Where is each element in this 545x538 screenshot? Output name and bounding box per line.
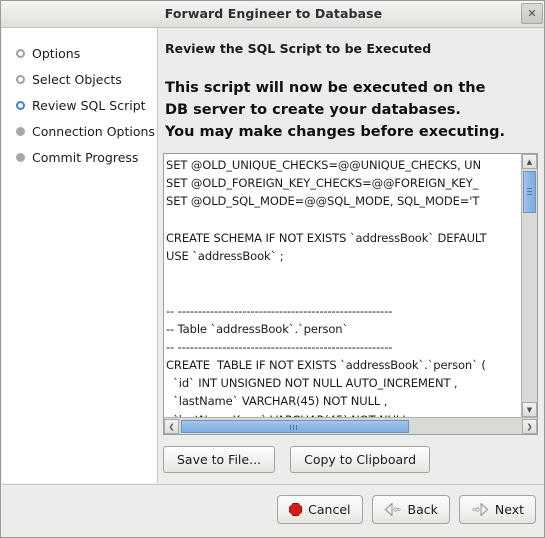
script-action-buttons: Save to File... Copy to Clipboard (163, 446, 431, 473)
sql-line: -- -------------------------------------… (166, 303, 393, 318)
sidebar-item-options[interactable]: Options (2, 40, 158, 66)
step-dot-icon (16, 152, 25, 162)
sql-line: CREATE TABLE IF NOT EXISTS `addressBook`… (166, 358, 486, 373)
sql-line: -- Table `addressBook`.`person` (166, 321, 349, 336)
vertical-scrollbar-thumb[interactable] (523, 171, 536, 213)
sidebar-item-label: Commit Progress (32, 149, 139, 165)
intro-line: DB server to create your databases. (165, 102, 461, 118)
sidebar-item-select-objects[interactable]: Select Objects (2, 66, 158, 92)
wizard-sidebar: Options Select Objects Review SQL Script… (2, 28, 158, 483)
sql-script-editor[interactable]: SET @OLD_UNIQUE_CHECKS=@@UNIQUE_CHECKS, … (163, 153, 538, 435)
scrollbar-grip-icon (527, 188, 532, 189)
vertical-scrollbar[interactable]: ▲ ▼ (521, 154, 537, 417)
scroll-up-icon[interactable]: ▲ (522, 154, 537, 169)
back-button-label: Back (407, 502, 438, 517)
close-icon[interactable]: ✕ (521, 3, 543, 24)
sidebar-item-connection-options[interactable]: Connection Options (2, 118, 158, 144)
navigation-buttons: Cancel Back Next (268, 495, 536, 524)
sidebar-item-commit-progress[interactable]: Commit Progress (2, 144, 158, 170)
sidebar-item-label: Select Objects (32, 71, 122, 87)
sql-line (166, 211, 521, 229)
sidebar-item-review-sql-script[interactable]: Review SQL Script (2, 92, 158, 118)
sql-line: SET @OLD_UNIQUE_CHECKS=@@UNIQUE_CHECKS, … (166, 158, 481, 172)
sidebar-item-label: Review SQL Script (32, 97, 146, 113)
step-dot-icon (16, 48, 25, 58)
intro-line: You may make changes before executing. (165, 124, 505, 140)
stop-octagon-icon (289, 503, 303, 516)
horizontal-scrollbar-thumb[interactable] (181, 420, 409, 433)
sidebar-item-label: Options (32, 45, 81, 61)
title-bar: Forward Engineer to Database ✕ (1, 1, 544, 28)
horizontal-scrollbar[interactable]: ❮ ❯ (164, 417, 537, 434)
sql-line: -- -------------------------------------… (166, 339, 393, 354)
scroll-left-icon[interactable]: ❮ (164, 419, 179, 434)
next-button[interactable]: Next (458, 495, 536, 524)
chevron-right-icon (471, 503, 489, 516)
page-title: Review the SQL Script to be Executed (165, 41, 432, 56)
main-panel: Review the SQL Script to be Executed Thi… (158, 28, 544, 483)
sql-script-text[interactable]: SET @OLD_UNIQUE_CHECKS=@@UNIQUE_CHECKS, … (164, 154, 521, 417)
sql-line: CREATE SCHEMA IF NOT EXISTS `addressBook… (166, 230, 487, 245)
sidebar-item-label: Connection Options (32, 123, 155, 139)
intro-text: This script will now be executed on the … (165, 77, 540, 143)
sql-line: USE `addressBook` ; (166, 248, 284, 263)
dialog-footer: Cancel Back Next (2, 484, 544, 537)
forward-engineer-dialog: Forward Engineer to Database ✕ Options S… (0, 0, 545, 538)
back-button[interactable]: Back (371, 495, 450, 524)
intro-line: This script will now be executed on the (165, 80, 486, 96)
sql-line: SET @OLD_FOREIGN_KEY_CHECKS=@@FOREIGN_KE… (166, 176, 479, 191)
step-dot-icon (16, 74, 25, 84)
window-title: Forward Engineer to Database (164, 6, 383, 21)
scroll-down-icon[interactable]: ▼ (522, 402, 537, 417)
step-dot-active-icon (16, 100, 25, 110)
cancel-button-label: Cancel (308, 502, 351, 517)
sql-line (166, 283, 521, 301)
sql-line: `lastName` VARCHAR(45) NOT NULL , (166, 394, 388, 409)
scroll-right-icon[interactable]: ❯ (522, 419, 537, 434)
scrollbar-grip-icon (290, 425, 291, 430)
wizard-step-list: Options Select Objects Review SQL Script… (2, 40, 158, 170)
cancel-button[interactable]: Cancel (277, 495, 363, 524)
save-to-file-button[interactable]: Save to File... (163, 446, 276, 473)
sql-line (166, 265, 521, 283)
copy-to-clipboard-button[interactable]: Copy to Clipboard (290, 446, 431, 473)
chevron-left-icon (384, 503, 402, 516)
next-button-label: Next (494, 502, 524, 517)
step-dot-icon (16, 126, 25, 136)
sql-line: SET @OLD_SQL_MODE=@@SQL_MODE, SQL_MODE='… (166, 194, 480, 209)
sql-line: `id` INT UNSIGNED NOT NULL AUTO_INCREMEN… (166, 376, 458, 391)
